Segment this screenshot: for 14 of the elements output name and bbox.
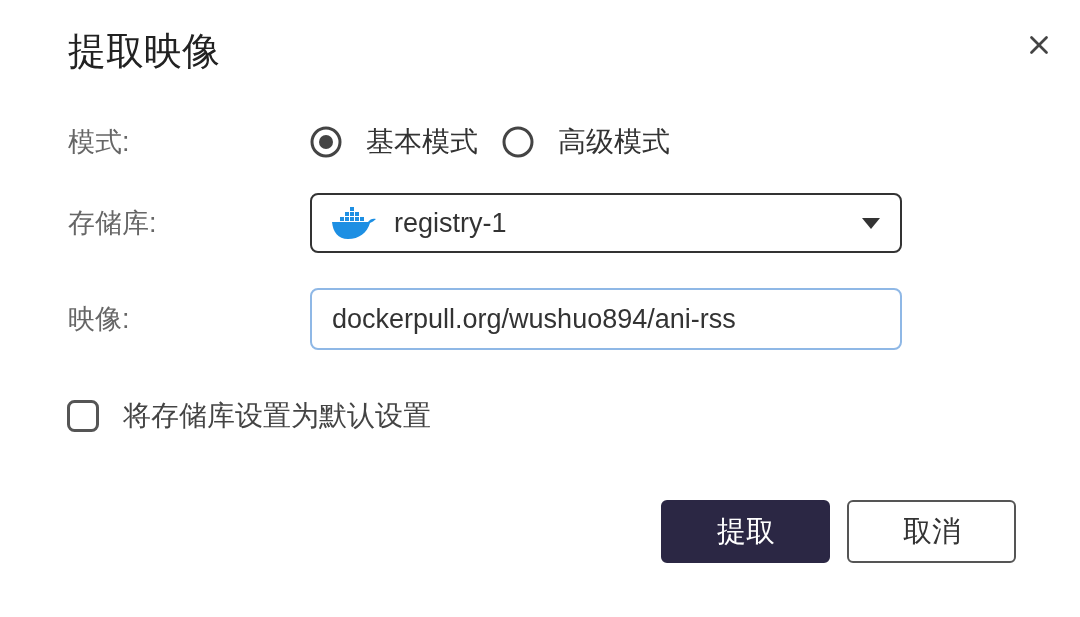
default-checkbox-option[interactable]: 将存储库设置为默认设置 [67, 400, 431, 432]
select-value: registry-1 [394, 209, 508, 237]
whale-icon [332, 207, 376, 239]
dialog-title: 提取映像 [68, 29, 220, 74]
field-label: 存储库: [68, 209, 158, 237]
repository-select[interactable]: registry-1 [310, 193, 902, 253]
cancel-button[interactable]: 取消 [847, 500, 1016, 563]
pull-button[interactable]: 提取 [661, 500, 830, 563]
image-input[interactable]: dockerpull.org/wushuo894/ani-rss [310, 288, 902, 350]
radio-option[interactable]: 高级模式 [502, 126, 670, 158]
radio-option[interactable]: 基本模式 [310, 126, 478, 158]
field-label: 模式: [68, 128, 131, 156]
caret-icon [862, 217, 880, 229]
field-label: 映像: [68, 305, 131, 333]
